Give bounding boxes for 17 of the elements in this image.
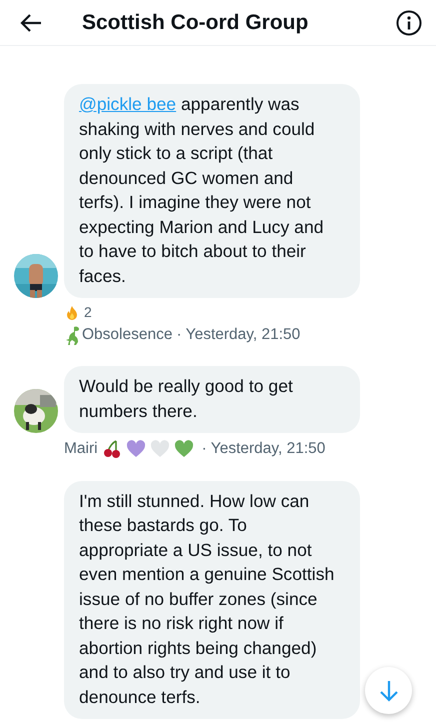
message-bubble: Would be really good to get numbers there. xyxy=(64,366,360,434)
sender-name: Mairi xyxy=(64,439,98,460)
info-button[interactable] xyxy=(396,10,422,36)
message-bubble: I'm still stunned. How low can these bastards go. To appropriate a US issue, to not even mention a genuine Scottish issue of no buffer zones (since there is no risk right now if abortion rights being changed) and to also try and use it to denounce terfs. xyxy=(64,480,360,719)
header-title: Scottish Co-ord Group xyxy=(81,10,310,36)
mention-link[interactable]: @pickle bee xyxy=(79,94,176,114)
sender-name: Obsolesence xyxy=(82,325,172,345)
reaction-count: 2 xyxy=(84,303,92,322)
message-time: · Yesterday, 21:50 xyxy=(202,439,326,460)
dinosaur-icon xyxy=(64,324,82,346)
arrow-down-icon xyxy=(378,680,398,702)
back-button[interactable] xyxy=(20,12,42,32)
cherry-icon xyxy=(102,438,122,459)
scroll-down-button[interactable] xyxy=(365,667,412,714)
message-bubble: @pickle bee apparently was shaking with nerves and could only stick to a script (that denounced GC women and terfs). I imagine they were not expecting Marion and Lucy and to have to bitch about to their faces. xyxy=(64,84,360,298)
fire-icon xyxy=(64,304,80,320)
message-time: · Yesterday, 21:50 xyxy=(176,325,300,345)
